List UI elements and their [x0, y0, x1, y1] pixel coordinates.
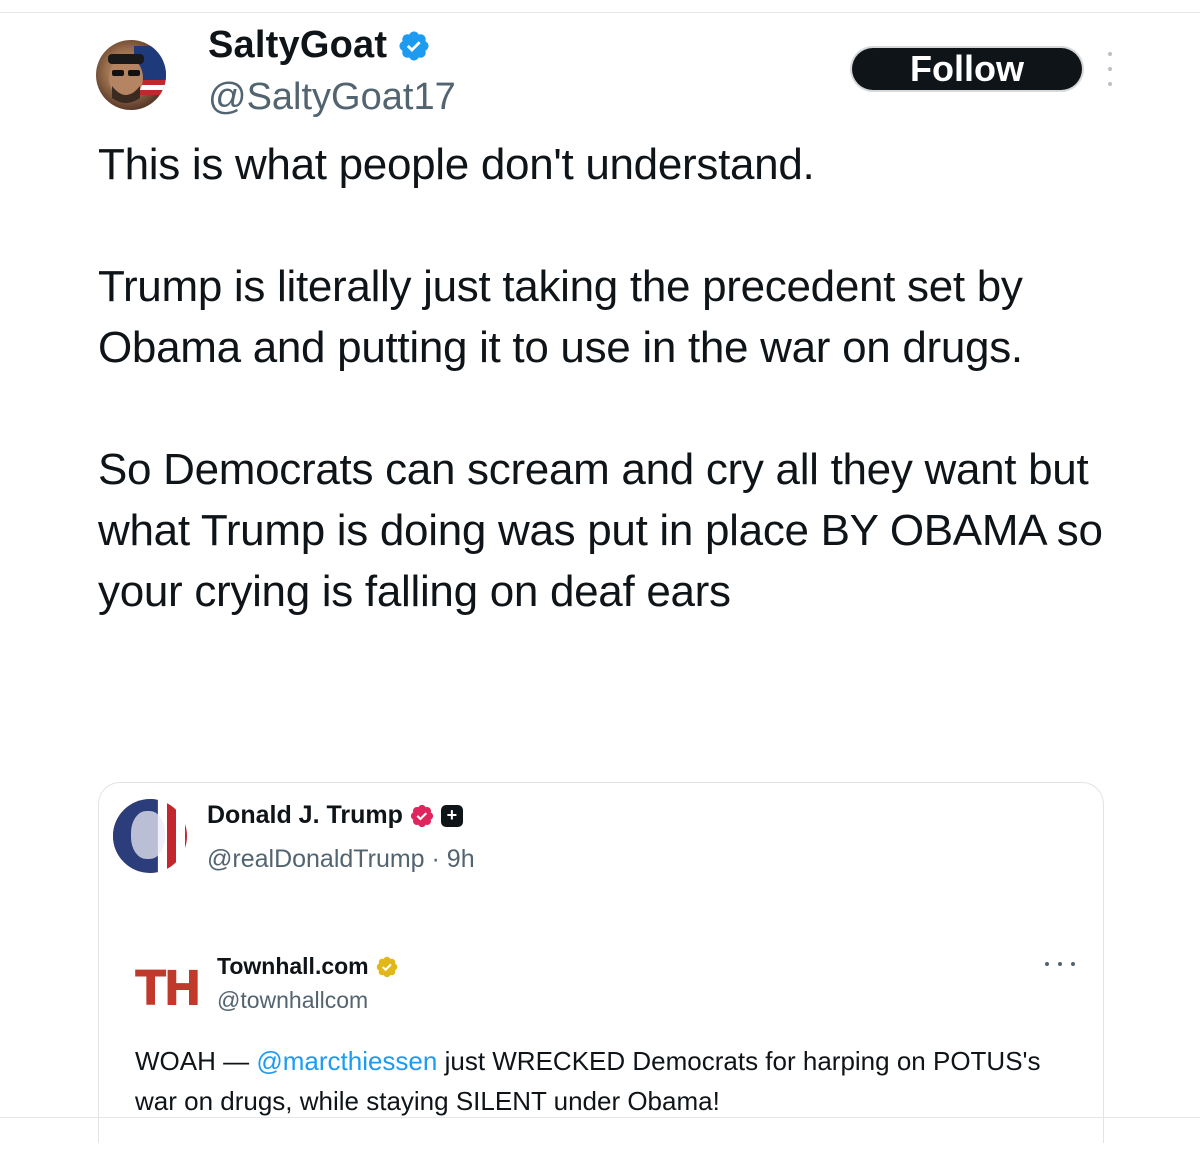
- quoted-author-name[interactable]: Donald J. Trump +: [207, 801, 463, 830]
- author-handle[interactable]: @SaltyGoat17: [208, 76, 456, 119]
- tweet-paragraph: Trump is literally just taking the prece…: [98, 262, 1023, 372]
- avatar-image-icon: [108, 46, 166, 103]
- quoted-author-handle: @realDonaldTrump · 9h: [207, 845, 475, 873]
- townhall-logo: TH: [135, 959, 202, 1017]
- embedded-text-prefix: WOAH —: [135, 1046, 257, 1076]
- author-avatar[interactable]: [96, 40, 166, 110]
- gold-verified-badge-icon: [376, 956, 397, 977]
- dot: [1058, 962, 1062, 966]
- dot: [1108, 82, 1112, 86]
- dot: [1108, 67, 1112, 71]
- mention-link: @marcthiessen: [256, 1046, 438, 1076]
- verified-badge-icon: [399, 30, 429, 61]
- embedded-author-name-text: Townhall.com: [217, 953, 369, 979]
- author-name-text[interactable]: SaltyGoat: [208, 24, 387, 67]
- dot: [1108, 52, 1112, 56]
- follow-button[interactable]: Follow: [852, 48, 1082, 90]
- quoted-author-avatar[interactable]: [113, 799, 187, 873]
- embedded-author-handle: @townhallcom: [217, 987, 369, 1013]
- quoted-tweet-card[interactable]: Donald J. Trump + @realDonaldTrump · 9h …: [98, 782, 1104, 1143]
- top-divider: [0, 12, 1200, 13]
- verified-badge-icon: [410, 804, 433, 827]
- tweet-text: This is what people don't understand. Tr…: [98, 134, 1138, 622]
- tweet-paragraph: So Democrats can scream and cry all they…: [98, 445, 1103, 616]
- bottom-divider: [0, 1117, 1200, 1118]
- dot: [1071, 962, 1075, 966]
- author-name[interactable]: SaltyGoat: [208, 24, 431, 67]
- dot: [1045, 962, 1049, 966]
- more-vertical-icon[interactable]: [1100, 52, 1120, 86]
- embedded-tweet-text: WOAH — @marcthiessen just WRECKED Democr…: [135, 1041, 1075, 1121]
- tweet-paragraph: This is what people don't understand.: [98, 140, 815, 189]
- avatar-face: [131, 811, 165, 859]
- more-horizontal-icon: [1045, 959, 1075, 969]
- quoted-author-name-text[interactable]: Donald J. Trump: [207, 801, 403, 830]
- embedded-author-name: Townhall.com: [217, 953, 399, 980]
- affiliation-badge-icon: +: [440, 804, 463, 827]
